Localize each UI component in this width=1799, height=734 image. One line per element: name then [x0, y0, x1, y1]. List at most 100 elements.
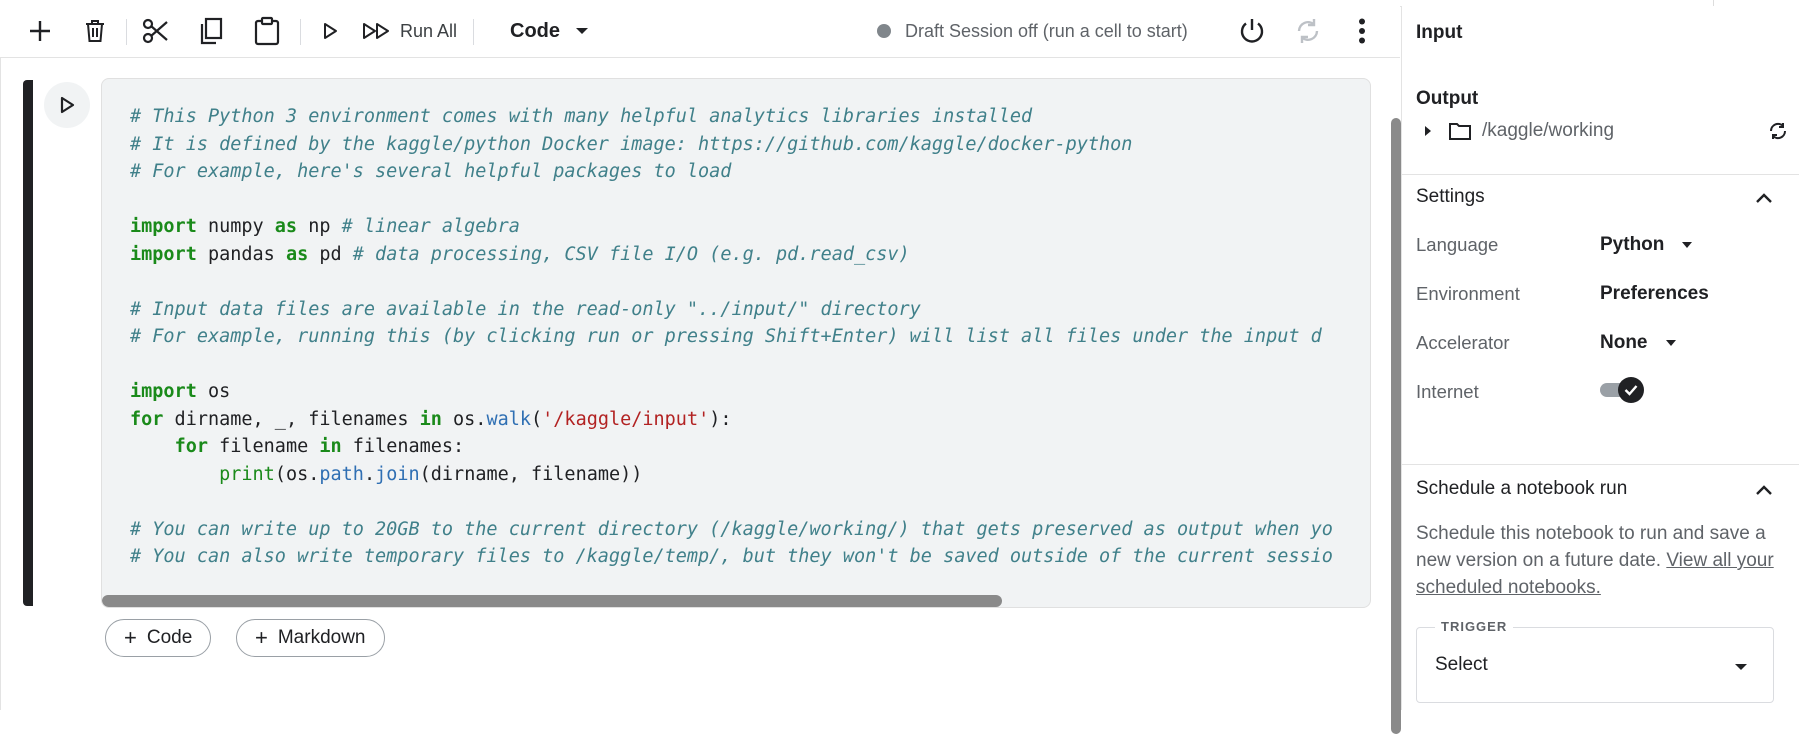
code-token: (os.	[274, 463, 320, 485]
toggle-knob	[1618, 377, 1644, 403]
code-token: walk	[486, 408, 532, 430]
code-line: import pandas as pd # data processing, C…	[130, 241, 1333, 269]
chevron-up-icon[interactable]	[1754, 480, 1774, 500]
environment-value: Preferences	[1600, 283, 1709, 304]
code-line: for filename in filenames:	[130, 433, 1333, 461]
trigger-select[interactable]: TRIGGER Select	[1416, 619, 1774, 703]
code-editor[interactable]: # This Python 3 environment comes with m…	[101, 78, 1371, 608]
environment-preferences-link[interactable]: Preferences	[1600, 283, 1709, 305]
chevron-down-icon	[1665, 340, 1676, 346]
schedule-section-title[interactable]: Schedule a notebook run	[1416, 478, 1627, 500]
code-token: in	[419, 408, 442, 430]
add-code-cell-button[interactable]: + Code	[105, 619, 212, 657]
delete-cell-button[interactable]	[77, 13, 113, 49]
code-token: pandas	[196, 243, 286, 265]
code-line: # For example, here's several helpful pa…	[130, 158, 1333, 186]
code-token: dirname, _, filenames	[163, 408, 420, 430]
paste-cell-button[interactable]	[249, 13, 285, 49]
copy-icon	[200, 17, 223, 45]
plus-icon: +	[255, 625, 268, 650]
active-cell-indicator	[23, 80, 33, 606]
trash-icon	[86, 20, 104, 42]
caret-right-icon	[1425, 126, 1431, 136]
code-line: # Input data files are available in the …	[130, 296, 1333, 324]
session-status-text: Draft Session off (run a cell to start)	[905, 20, 1188, 41]
code-line: # You can also write temporary files to …	[130, 543, 1333, 571]
code-token: for	[174, 436, 208, 457]
chevron-up-icon[interactable]	[1754, 188, 1774, 208]
code-token: as	[285, 243, 309, 265]
more-options-button[interactable]	[1344, 13, 1380, 49]
add-markdown-cell-button[interactable]: + Markdown	[236, 619, 385, 657]
horizontal-scrollbar[interactable]	[102, 595, 1002, 607]
settings-section-title[interactable]: Settings	[1416, 186, 1485, 208]
code-token: path	[319, 463, 364, 485]
code-token: # linear algebra	[341, 216, 520, 237]
code-line: import numpy as np # linear algebra	[130, 213, 1333, 241]
code-line: # You can write up to 20GB to the curren…	[130, 516, 1333, 544]
output-folder-row[interactable]: /kaggle/working	[1422, 116, 1792, 146]
cell-type-dropdown[interactable]: Code	[510, 13, 588, 49]
add-code-label: Code	[146, 627, 193, 648]
language-dropdown[interactable]: Python	[1600, 234, 1693, 256]
run-cell-button[interactable]	[312, 13, 348, 49]
code-token: (dirname, filename))	[419, 463, 643, 485]
code-token: .	[363, 463, 376, 485]
vertical-scrollbar[interactable]	[1391, 118, 1401, 734]
cut-cell-button[interactable]	[138, 13, 174, 49]
cell-type-value: Code	[510, 19, 560, 42]
code-token: filenames:	[341, 436, 465, 457]
more-vertical-icon	[1359, 18, 1365, 44]
accelerator-dropdown[interactable]: None	[1600, 332, 1676, 354]
session-status[interactable]: Draft Session off (run a cell to start)	[877, 13, 1188, 49]
code-token: as	[274, 216, 298, 237]
code-token: # You can also write temporary files to …	[130, 546, 1333, 567]
session-status-dot-icon	[877, 24, 891, 38]
toolbar-separator	[126, 19, 127, 45]
code-token: numpy	[196, 216, 275, 237]
plus-icon	[30, 21, 50, 41]
restart-button[interactable]	[1290, 13, 1326, 49]
output-section-title[interactable]: Output	[1416, 88, 1478, 110]
add-markdown-label: Markdown	[277, 627, 366, 648]
copy-cell-button[interactable]	[193, 13, 229, 49]
scissors-icon	[142, 18, 168, 44]
code-token: (	[531, 408, 543, 430]
right-side-panel: Input Output /kaggle/working Settings La…	[1401, 6, 1799, 710]
code-token: # For example, running this (by clicking…	[130, 326, 1322, 347]
code-token: filename	[207, 436, 320, 457]
code-token: import	[130, 216, 197, 237]
run-all-button[interactable]: Run All	[362, 13, 457, 49]
section-divider	[1402, 464, 1799, 465]
run-all-label: Run All	[400, 20, 458, 41]
code-token: import	[130, 243, 197, 265]
chevron-down-icon	[1682, 242, 1693, 248]
power-icon	[1240, 19, 1264, 43]
notebook-editor: # This Python 3 environment comes with m…	[0, 58, 1401, 734]
code-token: # Input data files are available in the …	[130, 298, 921, 320]
code-token: join	[375, 463, 420, 485]
toolbar-separator	[473, 19, 474, 45]
code-token: # It is defined by the kaggle/python Doc…	[130, 133, 1133, 155]
folder-icon	[1449, 123, 1471, 140]
code-token: in	[319, 436, 342, 457]
fast-forward-icon	[363, 23, 389, 39]
refresh-icon	[1297, 19, 1319, 43]
trigger-value: Select	[1435, 654, 1488, 675]
code-token: import	[130, 381, 197, 402]
play-icon	[60, 96, 75, 114]
code-token: # data processing, CSV file I/O (e.g. pd…	[352, 243, 910, 265]
input-section-title[interactable]: Input	[1416, 22, 1462, 44]
sync-output-button[interactable]	[1768, 122, 1788, 145]
code-token: print	[219, 463, 275, 485]
internet-toggle[interactable]	[1600, 377, 1644, 403]
internet-label: Internet	[1416, 381, 1479, 402]
cell-run-button[interactable]	[44, 82, 90, 128]
code-content[interactable]: # This Python 3 environment comes with m…	[130, 103, 1333, 571]
code-line: for dirname, _, filenames in os.walk('/k…	[130, 406, 1333, 434]
add-cell-button[interactable]	[22, 13, 58, 49]
power-button[interactable]	[1234, 13, 1270, 49]
